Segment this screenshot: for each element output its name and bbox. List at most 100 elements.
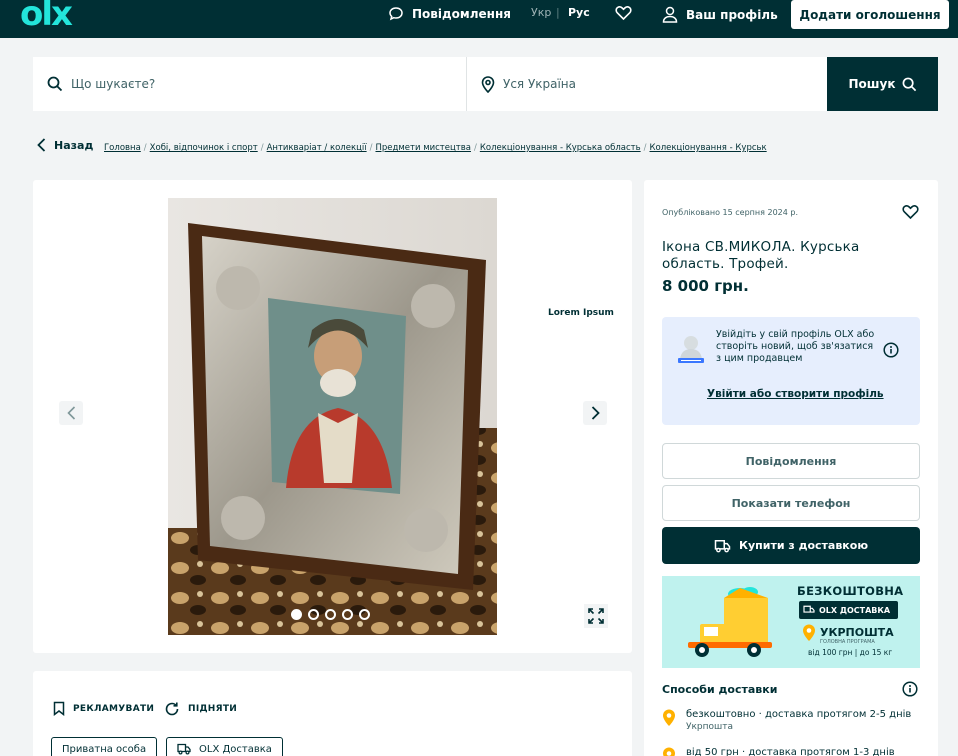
raise-button[interactable]: ПІДНЯТИ bbox=[164, 701, 237, 717]
promote-button[interactable]: РЕКЛАМУВАТИ bbox=[53, 701, 154, 716]
published-date: Опубліковано 15 серпня 2024 р. bbox=[662, 208, 799, 217]
location-pin-icon bbox=[663, 747, 675, 756]
search-input[interactable]: Що шукаєте? bbox=[33, 57, 465, 111]
listing-details-card: Опубліковано 15 серпня 2024 р. Ікона СВ.… bbox=[644, 180, 938, 756]
messages-link[interactable]: Повідомлення bbox=[388, 6, 511, 22]
next-photo-button[interactable] bbox=[583, 401, 607, 425]
prev-photo-button[interactable] bbox=[59, 401, 83, 425]
post-ad-button[interactable]: Додати оголошення bbox=[791, 0, 949, 29]
delivery-option: від 50 грн · доставка протягом 1-3 днів bbox=[662, 747, 895, 756]
login-link[interactable]: Увійти або створити профіль bbox=[707, 388, 884, 400]
delivery-option: безкоштовно · доставка протягом 2-5 днів… bbox=[662, 709, 911, 732]
breadcrumb-separator: / bbox=[473, 143, 477, 153]
top-header: olx Повідомлення Укр | Рус Ваш профіль Д… bbox=[0, 0, 958, 38]
olx-logo[interactable]: olx bbox=[20, 0, 73, 34]
back-link[interactable]: Назад bbox=[37, 138, 93, 152]
delivery-truck-icon bbox=[803, 605, 815, 613]
search-bar: Що шукаєте? Уся Україна Пошук bbox=[33, 57, 938, 111]
delivery-truck-icon bbox=[177, 743, 191, 755]
delivery-option-text: безкоштовно · доставка протягом 2-5 днів bbox=[686, 709, 912, 720]
raise-label: ПІДНЯТИ bbox=[188, 704, 238, 714]
messages-label: Повідомлення bbox=[412, 7, 511, 21]
breadcrumb-separator: / bbox=[260, 143, 264, 153]
banner-free-label: БЕЗКОШТОВНА bbox=[797, 584, 904, 598]
listing-photo[interactable] bbox=[168, 198, 497, 635]
back-label: Назад bbox=[54, 138, 94, 152]
breadcrumb-collecting-city[interactable]: Колекціонування - Курськ bbox=[650, 143, 767, 153]
delivery-info-button[interactable] bbox=[902, 681, 918, 701]
search-button-label: Пошук bbox=[848, 77, 896, 91]
breadcrumb-art[interactable]: Предмети мистецтва bbox=[375, 143, 470, 153]
profile-label: Ваш профіль bbox=[686, 7, 778, 22]
lang-ukr[interactable]: Укр bbox=[531, 6, 551, 19]
chat-icon bbox=[389, 7, 403, 21]
pagination-dot[interactable] bbox=[325, 609, 336, 620]
search-icon bbox=[902, 77, 916, 91]
info-icon bbox=[902, 681, 918, 697]
seller-type-label: Приватна особа bbox=[62, 743, 147, 755]
banner-olx-delivery: OLX ДОСТАВКА bbox=[799, 601, 899, 619]
photo-gallery: Lorem Ipsum bbox=[33, 180, 632, 653]
location-value: Уся Україна bbox=[503, 77, 577, 91]
info-button[interactable] bbox=[883, 342, 899, 362]
breadcrumb-separator: / bbox=[643, 143, 647, 153]
lang-separator: | bbox=[556, 6, 560, 19]
breadcrumb-antiques[interactable]: Антикваріат / колекції bbox=[267, 143, 367, 153]
banner-ukrposhta: УКРПОШТА bbox=[820, 626, 894, 639]
free-delivery-banner[interactable]: БЕЗКОШТОВНА OLX ДОСТАВКА УКРПОШТА ГОЛОВН… bbox=[662, 576, 920, 668]
login-prompt: Увійдіть у свій профіль OLX або створіть… bbox=[662, 317, 920, 425]
user-icon bbox=[662, 6, 678, 23]
photo-pagination bbox=[291, 609, 370, 620]
show-phone-button[interactable]: Показати телефон bbox=[662, 485, 920, 521]
banner-note: від 100 грн | до 15 кг bbox=[808, 648, 893, 657]
delivery-option-text: від 50 грн · доставка протягом 1-3 днів bbox=[686, 747, 895, 756]
banner-olx-delivery-label: OLX ДОСТАВКА bbox=[819, 605, 891, 615]
pagination-dot[interactable] bbox=[308, 609, 319, 620]
delivery-option-sub: Укрпошта bbox=[686, 722, 734, 732]
bookmark-icon bbox=[53, 701, 65, 716]
listing-price: 8 000 грн. bbox=[662, 277, 749, 295]
location-pin-icon bbox=[663, 709, 675, 726]
chevron-right-icon bbox=[591, 406, 600, 420]
olx-delivery-label: OLX Доставка bbox=[199, 743, 272, 755]
favorites-link[interactable] bbox=[615, 5, 632, 21]
breadcrumb-home[interactable]: Головна bbox=[104, 143, 141, 153]
info-icon bbox=[883, 342, 899, 358]
ad-actions-card: РЕКЛАМУВАТИ ПІДНЯТИ Приватна особа OLX Д… bbox=[33, 671, 632, 756]
heart-icon bbox=[902, 205, 919, 220]
search-button[interactable]: Пошук bbox=[827, 57, 938, 111]
banner-ukrposhta-sub: ГОЛОВНА ПРОГРАМА bbox=[820, 639, 875, 645]
pagination-dot[interactable] bbox=[291, 609, 302, 620]
profile-link[interactable]: Ваш профіль bbox=[662, 6, 778, 23]
login-prompt-text: Увійдіть у свій профіль OLX або створіть… bbox=[716, 329, 875, 364]
olx-delivery-chip: OLX Доставка bbox=[166, 737, 283, 756]
breadcrumb-collecting-region[interactable]: Колекціонування - Курська область bbox=[480, 143, 641, 153]
pagination-dot[interactable] bbox=[359, 609, 370, 620]
breadcrumb-separator: / bbox=[369, 143, 373, 153]
photo-watermark: Lorem Ipsum bbox=[548, 308, 614, 318]
expand-icon bbox=[588, 608, 604, 624]
location-input[interactable]: Уся Україна bbox=[466, 57, 827, 111]
promote-label: РЕКЛАМУВАТИ bbox=[73, 703, 155, 714]
favorite-button[interactable] bbox=[902, 204, 919, 224]
chevron-left-icon bbox=[66, 406, 75, 420]
search-placeholder: Що шукаєте? bbox=[71, 77, 156, 91]
breadcrumb: Головна / Хобі, відпочинок і спорт / Антиква… bbox=[104, 143, 767, 153]
delivery-truck-illustration-icon bbox=[688, 587, 772, 657]
lang-rus[interactable]: Рус bbox=[568, 6, 590, 19]
user-avatar-illustration-icon bbox=[678, 336, 704, 363]
message-button[interactable]: Повідомлення bbox=[662, 443, 920, 479]
breadcrumb-hobby[interactable]: Хобі, відпочинок і спорт bbox=[150, 143, 258, 153]
location-pin-icon bbox=[803, 624, 815, 641]
buy-with-delivery-button[interactable]: Купити з доставкою bbox=[662, 527, 920, 564]
icon-photo-image bbox=[168, 198, 497, 635]
breadcrumb-separator: / bbox=[143, 143, 147, 153]
pagination-dot[interactable] bbox=[342, 609, 353, 620]
seller-type-chip: Приватна особа bbox=[51, 737, 158, 756]
buy-with-delivery-label: Купити з доставкою bbox=[738, 539, 869, 552]
listing-title: Ікона СВ.МИКОЛА. Курська область. Трофей… bbox=[662, 239, 860, 272]
refresh-icon bbox=[165, 702, 179, 716]
fullscreen-button[interactable] bbox=[584, 604, 608, 628]
chevron-left-icon bbox=[37, 138, 46, 152]
delivery-methods-title: Способи доставки bbox=[662, 683, 778, 696]
